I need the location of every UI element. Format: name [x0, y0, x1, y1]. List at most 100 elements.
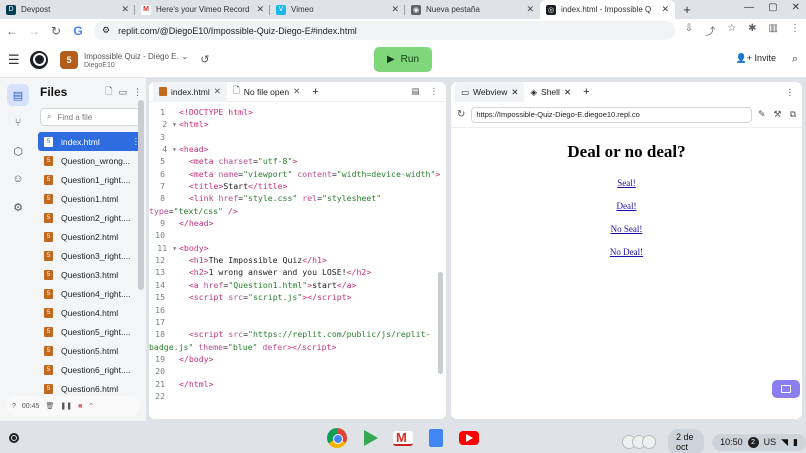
reload-icon[interactable]: ↻: [457, 109, 465, 120]
delete-icon[interactable]: 🗑: [45, 402, 54, 410]
hamburger-menu-icon[interactable]: ☰: [8, 52, 22, 68]
install-icon[interactable]: ⇩: [685, 23, 693, 38]
chrome-icon[interactable]: [327, 428, 347, 448]
browser-tab-title: Vimeo: [291, 5, 314, 14]
link-deal[interactable]: Deal!: [451, 201, 802, 211]
replit-logo[interactable]: [30, 50, 48, 69]
close-icon[interactable]: ✕: [511, 87, 518, 98]
google-icon: G: [73, 23, 83, 38]
forward-icon[interactable]: →: [28, 24, 40, 38]
date-pill[interactable]: 2 de oct: [668, 429, 705, 453]
code-line: 7 <title>Start</title>: [149, 180, 446, 192]
extensions-icon[interactable]: ✱: [748, 23, 756, 38]
close-window-icon[interactable]: ✕: [792, 2, 800, 13]
holding-space-icon[interactable]: [622, 435, 656, 449]
file-item[interactable]: 5 Question4_right....: [38, 284, 144, 303]
editor-scrollbar[interactable]: [438, 272, 443, 374]
files-tool-icon[interactable]: ▤: [7, 84, 29, 106]
browser-tab-active[interactable]: ◎ index.html - Impossible Q ✕: [540, 0, 675, 19]
browser-tab[interactable]: M Here's your Vimeo Record insi ✕: [135, 0, 270, 19]
chat-icon[interactable]: [772, 380, 800, 398]
share-icon[interactable]: ⤴: [705, 23, 715, 38]
minimize-icon[interactable]: —: [744, 2, 754, 13]
line-number: 16: [155, 304, 165, 315]
files-scrollbar[interactable]: [138, 100, 144, 290]
more-icon[interactable]: ⋮: [430, 86, 439, 97]
file-item[interactable]: 5 index.html ⋮: [38, 132, 144, 151]
youtube-icon[interactable]: [459, 431, 479, 445]
find-file-input[interactable]: ⌕ Find a file: [40, 108, 142, 126]
git-icon[interactable]: ⑂: [7, 112, 29, 134]
play-store-icon[interactable]: [360, 428, 380, 448]
more-icon[interactable]: ⋮: [786, 87, 795, 98]
file-item[interactable]: 5 Question2_right....: [38, 208, 144, 227]
file-item[interactable]: 5 Question1_right....: [38, 170, 144, 189]
browser-tab[interactable]: V Vimeo ✕: [270, 0, 405, 19]
browser-tab[interactable]: D Devpost ✕: [0, 0, 135, 19]
user-icon[interactable]: ☺: [7, 168, 29, 190]
side-panel-icon[interactable]: ▥: [769, 23, 778, 38]
link-no-seal[interactable]: No Seal!: [451, 224, 802, 234]
link-no-deal[interactable]: No Deal!: [451, 247, 802, 257]
close-icon[interactable]: ✕: [121, 4, 129, 15]
maximize-icon[interactable]: ▢: [768, 2, 777, 13]
code-area[interactable]: 1 <!DOCTYPE html> 2 ▾ <html> 3 4 ▾ <head> 5 <me…: [149, 102, 446, 402]
address-bar[interactable]: ⚙ replit.com/@DiegoE10/Impossible-Quiz-D…: [94, 21, 675, 40]
reload-icon[interactable]: ↻: [50, 24, 62, 38]
file-item[interactable]: 5 Question4.html: [38, 303, 144, 322]
edit-icon[interactable]: ✎: [758, 109, 766, 120]
file-item[interactable]: 5 Question5_right....: [38, 322, 144, 341]
close-icon[interactable]: ✕: [564, 87, 571, 98]
editor-tab-index[interactable]: index.html ✕: [153, 82, 227, 102]
stop-icon[interactable]: ■: [78, 403, 82, 410]
help-icon[interactable]: ?: [12, 403, 16, 410]
pause-icon[interactable]: ❚❚: [60, 402, 72, 410]
add-tab-icon[interactable]: +: [312, 86, 318, 98]
search-icon[interactable]: ⌕: [792, 53, 798, 66]
close-icon[interactable]: ✕: [293, 86, 300, 97]
close-icon[interactable]: ✕: [256, 4, 264, 15]
launcher-icon[interactable]: [9, 433, 19, 443]
project-title[interactable]: Impossible Quiz - Diego E. ⌄ DiegoE10: [84, 51, 188, 69]
site-info-icon[interactable]: ⚙: [102, 25, 110, 36]
file-item[interactable]: 5 Question5.html: [38, 341, 144, 360]
docs-icon[interactable]: [429, 429, 443, 447]
browser-tab[interactable]: ◉ Nueva pestaña ✕: [405, 0, 540, 19]
file-item[interactable]: 5 Question3.html: [38, 265, 144, 284]
new-folder-icon[interactable]: ▭: [118, 87, 127, 98]
file-item[interactable]: 5 Question6_right....: [38, 360, 144, 379]
bookmark-star-icon[interactable]: ☆: [727, 23, 736, 38]
link-seal[interactable]: Seal!: [451, 178, 802, 188]
format-icon[interactable]: ▤: [411, 86, 419, 97]
webview-url-field[interactable]: https://Impossible-Quiz-Diego-E.diegoe10…: [471, 106, 752, 123]
shell-tab[interactable]: ◈ Shell ✕: [524, 82, 577, 102]
add-tab-icon[interactable]: +: [583, 86, 589, 98]
close-icon[interactable]: ✕: [214, 86, 221, 97]
more-icon[interactable]: ⋮: [133, 87, 142, 98]
webview-tab[interactable]: ▭ Webview ✕: [455, 82, 525, 102]
invite-button[interactable]: 👤+ Invite: [736, 53, 777, 64]
close-icon[interactable]: ✕: [526, 4, 534, 15]
run-button[interactable]: ▶ Run: [374, 47, 432, 72]
file-item[interactable]: 5 Question3_right....: [38, 246, 144, 265]
editor-tab-empty[interactable]: 🗋 No file open ✕: [227, 82, 306, 102]
close-icon[interactable]: ✕: [661, 4, 669, 15]
menu-icon[interactable]: ⋮: [790, 23, 800, 38]
back-icon[interactable]: ←: [6, 24, 18, 38]
new-file-icon[interactable]: 🗋: [105, 84, 112, 100]
close-icon[interactable]: ✕: [391, 4, 399, 15]
status-tray[interactable]: 10:50 2 US ◥ ▮: [712, 433, 806, 451]
gmail-app-icon[interactable]: [393, 430, 413, 446]
devtools-icon[interactable]: ⚒: [773, 109, 781, 120]
collapse-icon[interactable]: ⌃: [88, 402, 94, 410]
file-item[interactable]: 5 Question1.html: [38, 189, 144, 208]
new-tab-button[interactable]: +: [675, 0, 699, 19]
settings-gear-icon[interactable]: ⚙: [7, 196, 29, 218]
code-text: <h1>The Impossible Quiz</h1>: [188, 255, 327, 266]
packages-icon[interactable]: ⬡: [7, 140, 29, 162]
open-new-tab-icon[interactable]: ⧉: [790, 109, 796, 120]
file-item[interactable]: 5 Question_wrong...: [38, 151, 144, 170]
window-controls: — ▢ ✕: [744, 2, 800, 13]
file-item[interactable]: 5 Question2.html: [38, 227, 144, 246]
history-icon[interactable]: ↺: [200, 53, 209, 66]
